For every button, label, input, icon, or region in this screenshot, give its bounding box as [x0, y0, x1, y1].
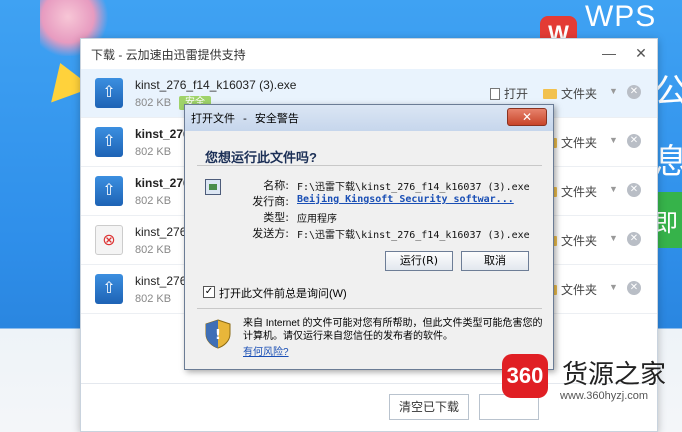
file-name: kinst_276 — [135, 127, 190, 141]
close-icon[interactable]: ✕ — [633, 45, 649, 61]
dialog-divider — [197, 308, 542, 309]
svg-text:!: ! — [215, 328, 221, 343]
folder-label: 文件夹 — [561, 87, 598, 101]
field-value-type: 应用程序 — [297, 214, 337, 225]
file-name: kinst_276 — [135, 176, 190, 190]
field-value-name: F:\迅雷下载\kinst_276_f14_k16037 (3).exe — [297, 182, 530, 193]
dialog-titlebar: 打开文件 - 安全警告 — [185, 105, 553, 131]
file-name: kinst_276 — [135, 225, 187, 239]
download-window-title: 下载 - 云加速由迅雷提供支持 — [91, 47, 246, 62]
folder-label: 文件夹 — [561, 283, 598, 297]
open-file-button[interactable]: 打开 — [490, 85, 528, 102]
folder-label: 文件夹 — [561, 136, 598, 150]
file-name: kinst_276_f14_k16037 (3).exe — [135, 78, 297, 92]
folder-label: 文件夹 — [561, 234, 598, 248]
remove-icon[interactable]: ✕ — [627, 232, 641, 246]
chevron-down-icon[interactable]: ▼ — [609, 282, 618, 292]
watermark-url: www.360hyzj.com — [560, 390, 649, 402]
download-window-titlebar: 下载 - 云加速由迅雷提供支持 — ✕ — [81, 39, 657, 69]
chevron-down-icon[interactable]: ▼ — [609, 184, 618, 194]
always-ask-label: 打开此文件前总是询问(W) — [219, 288, 347, 300]
error-file-icon: ⊗ — [95, 225, 123, 255]
dialog-title: 打开文件 - 安全警告 — [191, 112, 299, 125]
dialog-close-button[interactable]: ✕ — [507, 108, 547, 126]
exe-file-icon: ⇧ — [95, 127, 123, 157]
folder-icon — [543, 89, 557, 99]
background-text: 公 — [654, 72, 682, 112]
run-button[interactable]: 运行(R) — [385, 251, 453, 271]
watermark: 360 货源之家 www.360hyzj.com — [502, 342, 682, 408]
field-value-from: F:\迅雷下载\kinst_276_f14_k16037 (3).exe — [297, 230, 530, 241]
exe-file-icon: ⇧ — [95, 274, 123, 304]
minimize-button[interactable]: — — [601, 45, 617, 61]
field-label-publisher: 发行商: — [252, 195, 289, 208]
cancel-button[interactable]: 取消 — [461, 251, 529, 271]
remove-icon[interactable]: ✕ — [627, 281, 641, 295]
folder-label: 文件夹 — [561, 185, 598, 199]
background-text: 息 — [654, 142, 682, 182]
exe-file-icon: ⇧ — [95, 78, 123, 108]
file-icon — [490, 88, 500, 100]
file-size: 802 KB — [135, 146, 172, 158]
chevron-down-icon[interactable]: ▼ — [609, 86, 618, 96]
always-ask-checkbox[interactable]: ✓ — [203, 286, 215, 298]
field-label-type: 类型: — [263, 211, 289, 224]
risk-link[interactable]: 有何风险? — [243, 343, 289, 358]
field-label-from: 发送方: — [252, 227, 289, 240]
application-icon — [205, 179, 221, 195]
file-size: 802 KB — [135, 293, 172, 305]
file-size: 802 KB — [135, 195, 172, 207]
field-label-name: 名称: — [263, 179, 289, 192]
publisher-link[interactable]: Beijing Kingsoft Security softwar... — [297, 194, 514, 205]
dialog-question: 您想运行此文件吗? — [205, 150, 317, 165]
remove-icon[interactable]: ✕ — [627, 183, 641, 197]
chevron-down-icon[interactable]: ▼ — [609, 135, 618, 145]
watermark-logo: 360 — [502, 354, 548, 398]
remove-icon[interactable]: ✕ — [627, 134, 641, 148]
open-folder-button[interactable]: 文件夹 — [543, 85, 597, 102]
exe-file-icon: ⇧ — [95, 176, 123, 206]
security-warning-dialog: 打开文件 - 安全警告 ✕ 您想运行此文件吗? 名称: F:\迅雷下载\kins… — [184, 104, 554, 370]
warning-message: 来自 Internet 的文件可能对您有所帮助，但此文件类型可能危害您的计算机。… — [243, 318, 543, 342]
remove-icon[interactable]: ✕ — [627, 85, 641, 99]
file-size: 802 KB — [135, 97, 172, 109]
file-size: 802 KB — [135, 244, 172, 256]
clear-downloaded-button[interactable]: 清空已下载 — [389, 394, 469, 420]
file-name: kinst_276 — [135, 274, 187, 288]
shield-warning-icon: ! — [205, 319, 231, 349]
watermark-name: 货源之家 — [562, 360, 667, 390]
chevron-down-icon[interactable]: ▼ — [609, 233, 618, 243]
open-label: 打开 — [504, 87, 529, 101]
